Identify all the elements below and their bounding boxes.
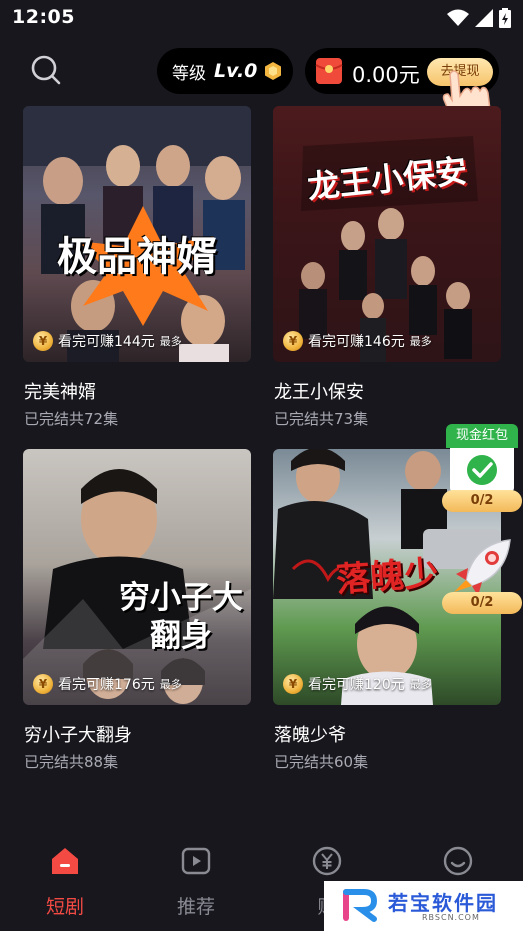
cash-redpacket-widget[interactable]: 现金红包 0/2 <box>442 424 522 516</box>
nav-tab-shortdrama[interactable]: 短剧 <box>15 836 115 931</box>
drama-title[interactable]: 完美神婿 <box>24 378 96 404</box>
nav-label: 推荐 <box>176 896 215 918</box>
coin-icon: ¥ <box>283 674 303 694</box>
earn-text: 看完可赚146元 <box>308 334 405 350</box>
earn-suffix: 最多 <box>409 335 432 348</box>
watermark-text: 若宝软件园 <box>388 891 498 915</box>
coin-icon: ¥ <box>33 331 53 351</box>
earn-text: 看完可赚176元 <box>58 677 155 693</box>
site-watermark: 若宝软件园 RBSCN.COM <box>324 881 523 931</box>
earn-tag: ¥ 看完可赚144元 最多 <box>33 330 182 352</box>
home-icon <box>52 848 78 874</box>
watermark-url: RBSCN.COM <box>422 913 480 922</box>
nav-label: 短剧 <box>45 896 84 918</box>
redpacket-body <box>450 448 514 492</box>
drama-title[interactable]: 落魄少爷 <box>274 721 346 747</box>
earn-text: 看完可赚120元 <box>308 677 405 693</box>
earn-tag: ¥ 看完可赚146元 最多 <box>283 330 432 352</box>
wallet-amount: 0.00元 <box>352 63 420 87</box>
redpacket-progress: 0/2 <box>442 490 522 512</box>
earn-tag: ¥ 看完可赚176元 最多 <box>33 673 182 695</box>
drama-poster[interactable]: 穷小子大翻身 ¥ 看完可赚176元 最多 <box>23 449 251 705</box>
coin-icon: ¥ <box>33 674 53 694</box>
battery-icon <box>499 8 511 28</box>
coin-icon: ¥ <box>283 331 303 351</box>
drama-episodes: 已完结共72集 <box>24 410 119 428</box>
search-button[interactable] <box>28 52 64 88</box>
drama-poster[interactable]: 龙王小保安 ¥ 看完可赚146元 最多 <box>273 106 501 362</box>
level-value: Lv.0 <box>214 60 258 82</box>
poster-title: 穷小子大翻身 <box>119 580 243 654</box>
level-label: 等级 <box>172 63 206 84</box>
nav-tab-recommend[interactable]: 推荐 <box>146 836 246 931</box>
drama-title[interactable]: 穷小子大翻身 <box>24 721 132 747</box>
wechat-check-icon <box>467 455 497 485</box>
drama-episodes: 已完结共73集 <box>274 410 369 428</box>
poster-title: 极品神婿 <box>57 234 217 280</box>
play-icon <box>181 847 211 875</box>
rocket-icon <box>454 539 511 596</box>
drama-episodes: 已完结共88集 <box>24 753 119 771</box>
status-icons <box>447 8 511 28</box>
drama-title[interactable]: 龙王小保安 <box>274 378 364 404</box>
rocket-widget[interactable]: 0/2 <box>442 536 522 616</box>
level-pill[interactable]: 等级 Lv.0 <box>157 48 293 94</box>
red-envelope-icon <box>315 58 343 84</box>
rocket-progress: 0/2 <box>442 592 522 614</box>
watermark-logo-icon <box>343 889 378 922</box>
wifi-icon <box>447 9 469 26</box>
earn-suffix: 最多 <box>159 335 182 348</box>
earn-tag: ¥ 看完可赚120元 最多 <box>283 673 432 695</box>
yen-icon <box>312 846 342 876</box>
status-bar: 12:05 <box>0 0 523 36</box>
earn-suffix: 最多 <box>409 678 432 691</box>
poster-art <box>23 469 251 705</box>
status-time: 12:05 <box>12 6 75 28</box>
drama-episodes: 已完结共60集 <box>274 753 369 771</box>
search-icon <box>31 55 61 85</box>
earn-suffix: 最多 <box>159 678 182 691</box>
redpacket-title: 现金红包 <box>446 424 518 448</box>
earn-text: 看完可赚144元 <box>58 334 155 350</box>
drama-poster[interactable]: 极品神婿 ¥ 看完可赚144元 最多 <box>23 106 251 362</box>
signal-icon <box>475 9 493 27</box>
smile-icon <box>443 846 473 876</box>
hexagon-badge-icon <box>265 62 282 80</box>
